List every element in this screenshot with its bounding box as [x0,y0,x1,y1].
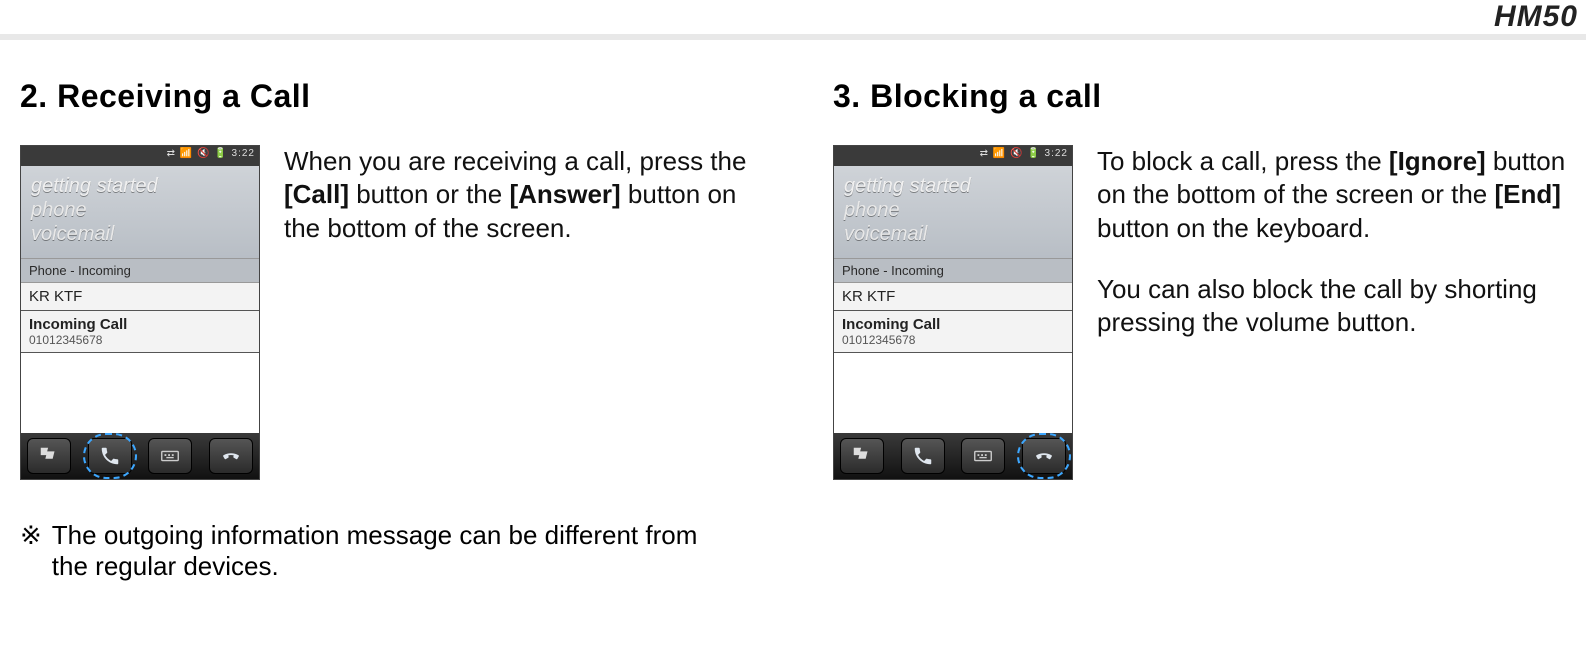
footnote: ※ The outgoing information message can b… [20,520,700,582]
status-clock: 3:22 [1045,148,1068,159]
start-button[interactable] [840,438,884,474]
phone-panel-title: Phone - Incoming [21,258,259,283]
header-divider: HM50 [0,0,1586,40]
end-call-button[interactable] [209,438,253,474]
keyboard-icon [972,445,994,467]
end-call-button[interactable] [1022,438,1066,474]
status-clock: 3:22 [232,148,255,159]
phone-screenshot-blocking: ⇄ 📶 🔇 🔋 3:22 getting started phone voice… [833,145,1073,480]
phone-incoming-block: Incoming Call 01012345678 [834,311,1072,353]
blocking-description-p1: To block a call, press the [Ignore] butt… [1097,145,1566,245]
blocking-description: To block a call, press the [Ignore] butt… [1097,145,1566,339]
footnote-text: The outgoing information message can be … [52,520,700,582]
phone-answer-icon [912,445,934,467]
incoming-call-label: Incoming Call [842,316,1064,333]
section-heading-receiving: 2. Receiving a Call [20,78,753,115]
home-line-3: voicemail [844,222,1062,246]
phone-empty-area [834,353,1072,433]
keyboard-button[interactable] [148,438,192,474]
incoming-call-number: 01012345678 [29,333,251,347]
section-blocking-call: 3. Blocking a call ⇄ 📶 🔇 🔋 3:22 getting … [833,78,1566,645]
phone-softbar [21,433,259,479]
receiving-description: When you are receiving a call, press the… [284,145,753,245]
home-line-2: phone [844,198,1062,222]
phone-screenshot-receiving: ⇄ 📶 🔇 🔋 3:22 getting started phone voice… [20,145,260,480]
home-line-1: getting started [844,174,1062,198]
status-icons: ⇄ 📶 🔇 🔋 3:22 [167,148,255,159]
incoming-call-number: 01012345678 [842,333,1064,347]
model-label: HM50 [1494,0,1578,34]
phone-carrier: KR KTF [834,283,1072,311]
section-receiving-call: 2. Receiving a Call ⇄ 📶 🔇 🔋 3:22 getting… [20,78,753,645]
phone-end-icon [220,445,242,467]
start-flag-icon [38,445,60,467]
phone-answer-icon [99,445,121,467]
keyboard-icon [159,445,181,467]
receiving-description-text: When you are receiving a call, press the… [284,146,746,243]
incoming-call-label: Incoming Call [29,316,251,333]
phone-incoming-block: Incoming Call 01012345678 [21,311,259,353]
phone-end-icon [1033,445,1055,467]
phone-carrier: KR KTF [21,283,259,311]
page-content: 2. Receiving a Call ⇄ 📶 🔇 🔋 3:22 getting… [0,78,1586,645]
home-line-3: voicemail [31,222,249,246]
phone-panel-title: Phone - Incoming [834,258,1072,283]
start-flag-icon [851,445,873,467]
footnote-symbol: ※ [20,520,42,551]
phone-softbar [834,433,1072,479]
phone-statusbar: ⇄ 📶 🔇 🔋 3:22 [21,146,259,166]
phone-statusbar: ⇄ 📶 🔇 🔋 3:22 [834,146,1072,166]
answer-call-button[interactable] [88,438,132,474]
keyboard-button[interactable] [961,438,1005,474]
home-line-2: phone [31,198,249,222]
answer-call-button[interactable] [901,438,945,474]
section-heading-blocking: 3. Blocking a call [833,78,1566,115]
status-icons: ⇄ 📶 🔇 🔋 3:22 [980,148,1068,159]
start-button[interactable] [27,438,71,474]
phone-home-area: getting started phone voicemail [834,166,1072,258]
phone-empty-area [21,353,259,433]
blocking-description-p2: You can also block the call by shorting … [1097,273,1566,340]
home-line-1: getting started [31,174,249,198]
phone-home-area: getting started phone voicemail [21,166,259,258]
